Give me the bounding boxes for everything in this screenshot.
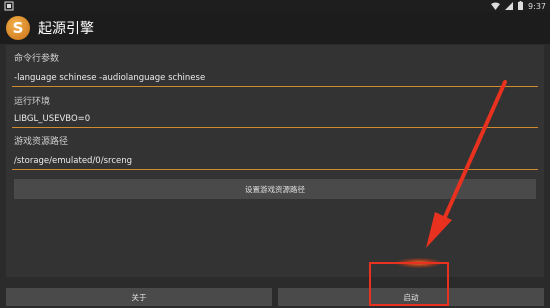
signal-icon xyxy=(505,1,514,12)
clock: 9:37 xyxy=(528,2,546,11)
game-path-label: 游戏资源路径 xyxy=(14,137,69,147)
run-env-label: 运行环境 xyxy=(14,97,51,107)
command-args-underline xyxy=(12,86,538,87)
status-bar: 9:37 xyxy=(0,0,550,12)
app-logo-icon: S xyxy=(6,16,30,40)
game-path-underline xyxy=(12,169,538,170)
command-args-label: 命令行参数 xyxy=(14,54,60,64)
run-env-input[interactable]: LIBGL_USEVBO=0 xyxy=(14,114,90,124)
app-title: 起源引擎 xyxy=(38,21,94,37)
annotation-highlight-box xyxy=(369,262,449,306)
battery-icon xyxy=(518,1,524,12)
set-game-path-button[interactable]: 设置游戏资源路径 xyxy=(14,179,536,199)
settings-panel: 命令行参数 -language schinese -audiolanguage … xyxy=(6,45,544,277)
app-bar: S 起源引擎 xyxy=(0,12,550,44)
game-path-input[interactable]: /storage/emulated/0/srceng xyxy=(14,156,132,166)
command-args-input[interactable]: -language schinese -audiolanguage schine… xyxy=(14,73,205,83)
run-env-underline xyxy=(12,127,538,128)
wifi-icon xyxy=(491,2,501,12)
about-button[interactable]: 关于 xyxy=(6,288,272,306)
